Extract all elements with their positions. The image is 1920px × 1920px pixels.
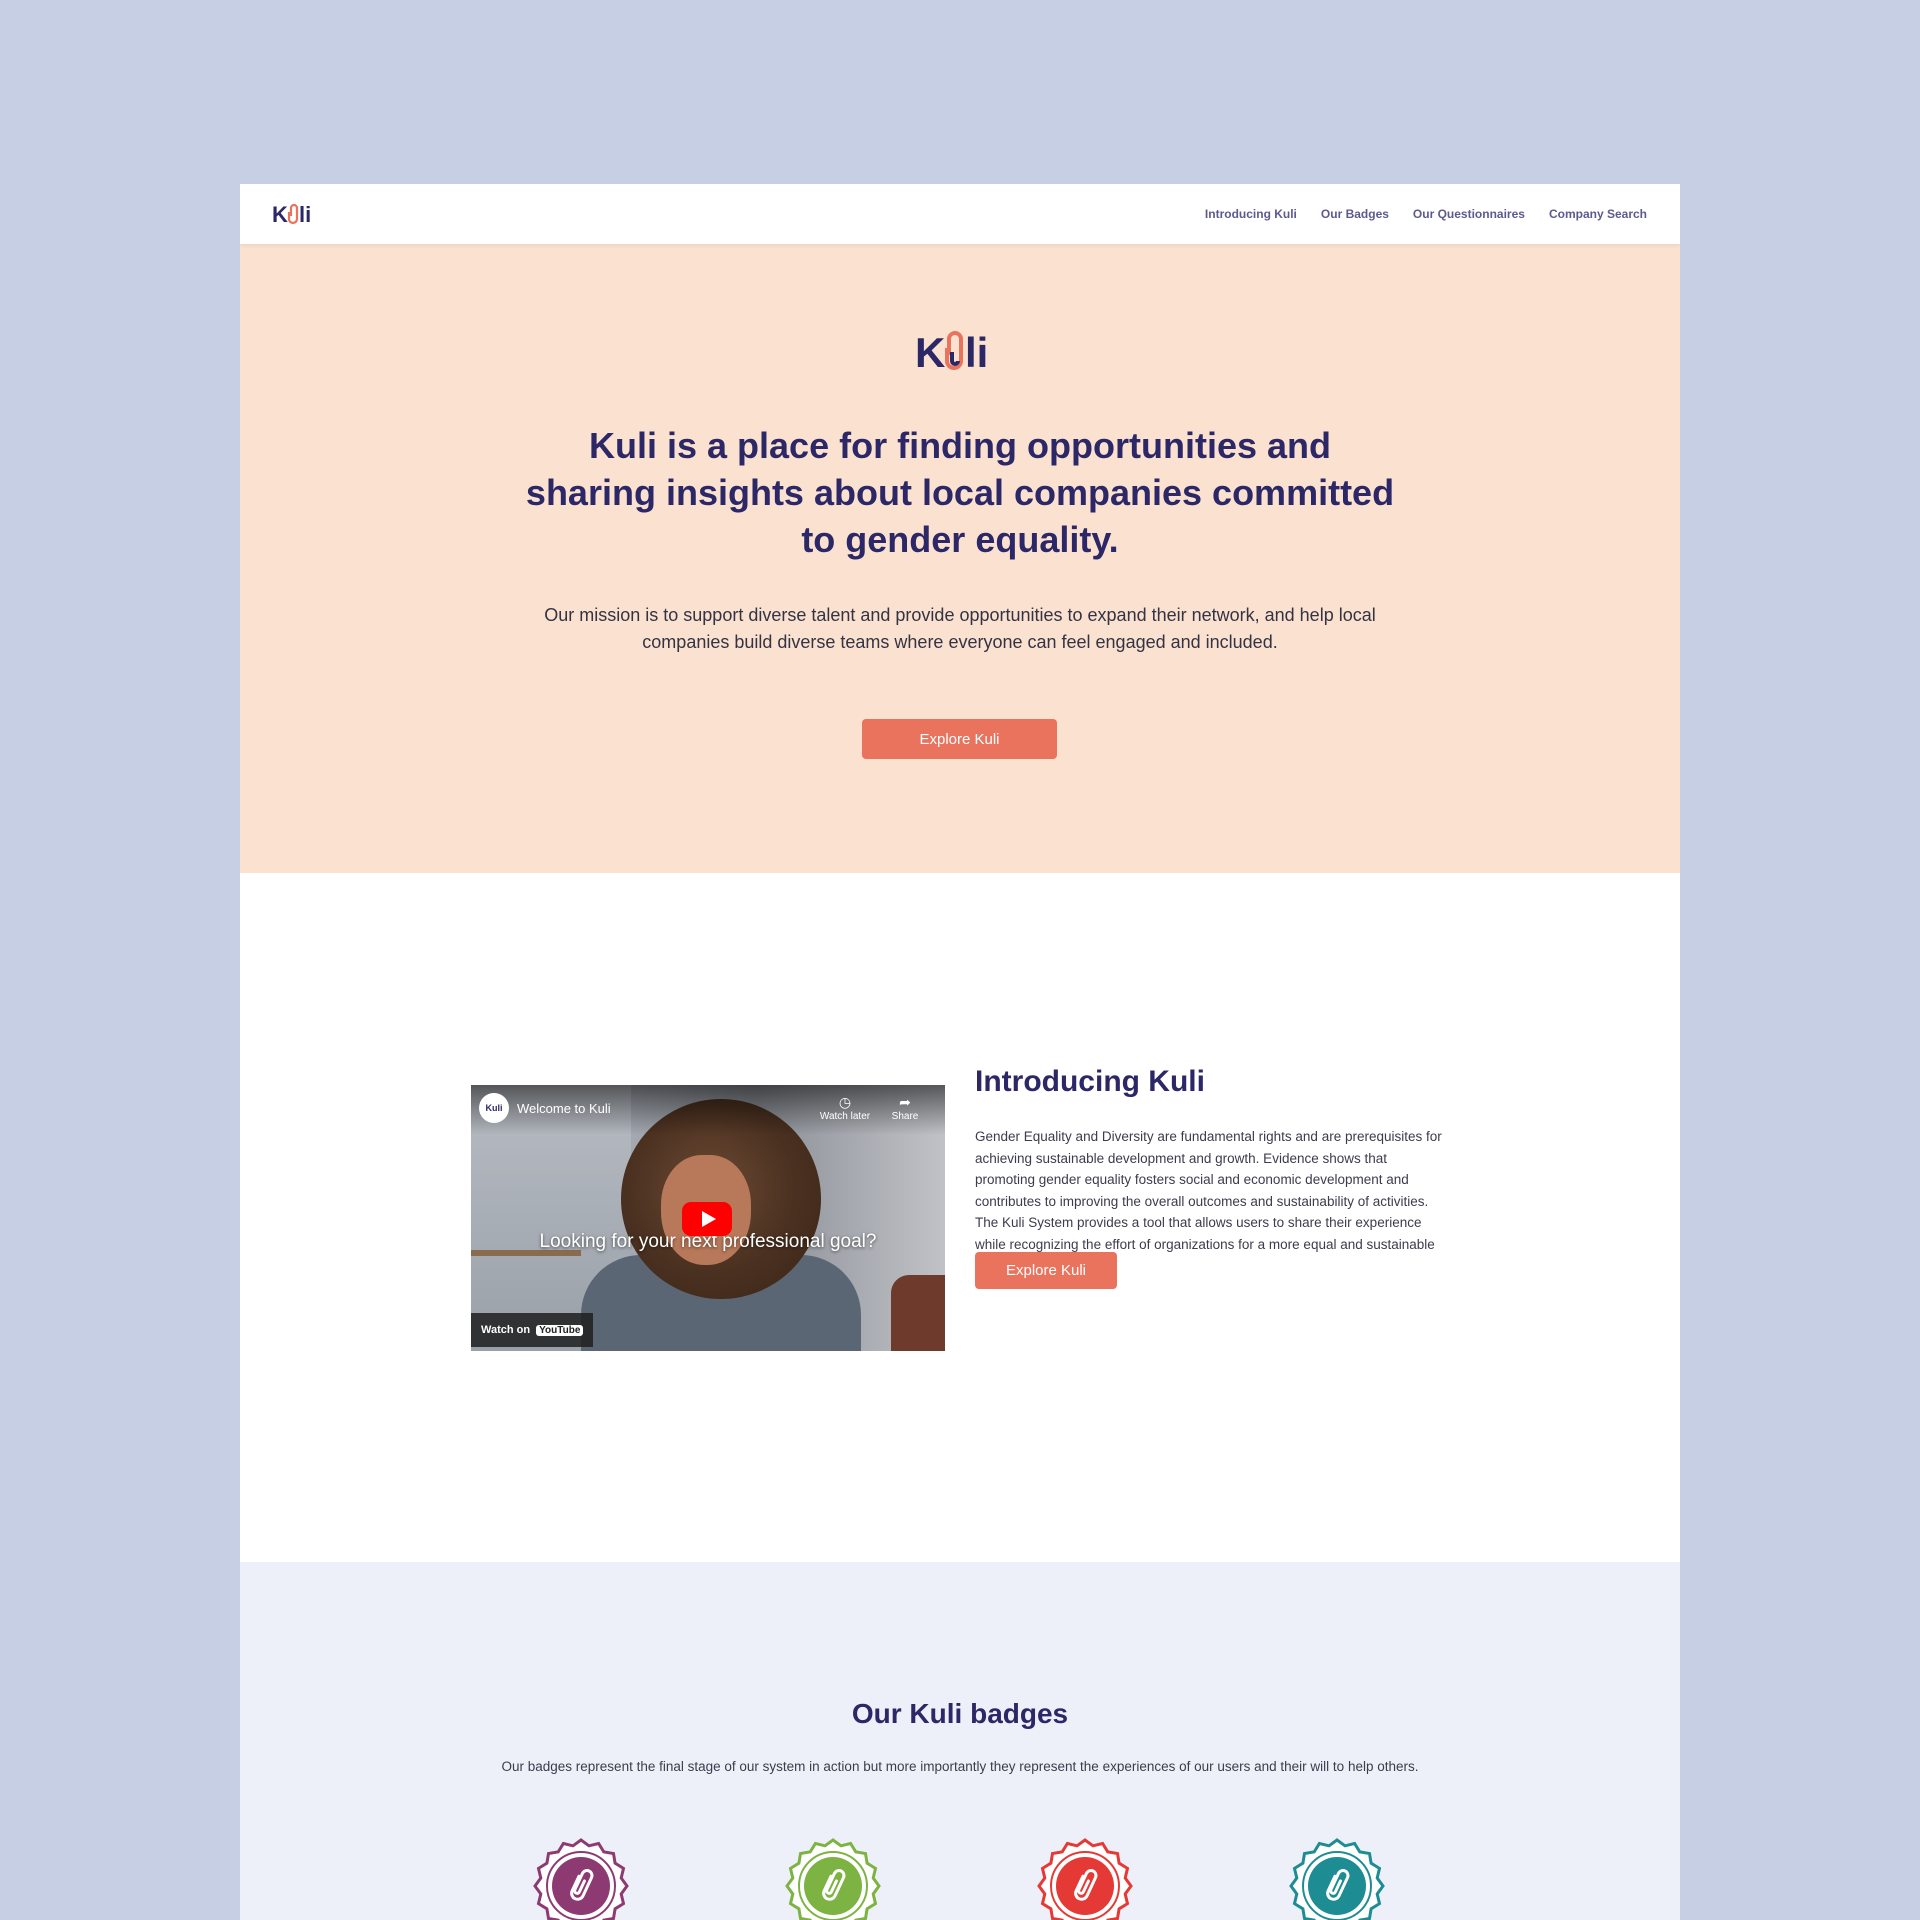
youtube-logo-icon: YouTube [536,1324,584,1336]
hero-mission-text: Our mission is to support diverse talent… [544,605,1376,652]
watch-later-label: Watch later [819,1111,871,1122]
intro-heading: Introducing Kuli [975,1065,1205,1098]
channel-avatar[interactable]: Kuli [479,1093,509,1123]
intro-section: Kuli Welcome to Kuli ◷ Watch later ➦ Sha… [240,873,1680,1562]
nav-our-badges[interactable]: Our Badges [1321,207,1389,221]
clock-icon: ◷ [838,1094,852,1110]
kuli-hero-logo: K li [915,324,1003,385]
paperclip-badge-icon-1 [533,1838,629,1920]
video-title[interactable]: Welcome to Kuli [517,1101,611,1116]
svg-text:li: li [299,202,311,227]
svg-text:K: K [272,202,288,227]
kuli-hero-logo-icon: K li [915,329,988,376]
paperclip-badge-icon-3 [1037,1838,1133,1920]
nav-introducing-kuli[interactable]: Introducing Kuli [1205,207,1297,221]
paperclip-badge-icon-4 [1289,1838,1385,1920]
intro-explore-button[interactable]: Explore Kuli [975,1252,1117,1289]
play-button[interactable] [682,1202,732,1236]
nav-our-questionnaires[interactable]: Our Questionnaires [1413,207,1525,221]
play-icon [701,1211,716,1227]
kuli-logo[interactable]: K li [272,198,320,235]
share-arrow-icon: ➦ [899,1094,911,1110]
badges-section: Our Kuli badges Our badges represent the… [240,1562,1680,1920]
watch-on-label: Watch on [481,1324,531,1336]
hero-explore-button[interactable]: Explore Kuli [862,719,1057,759]
hero-section: K li Kuli is a place for finding opportu… [240,244,1680,873]
main-nav: Introducing Kuli Our Badges Our Question… [1205,184,1647,244]
top-nav-bar: K li Introducing Kuli Our Badges Our Que… [240,184,1680,244]
page: K li Introducing Kuli Our Badges Our Que… [240,184,1680,1920]
paperclip-badge-icon-2 [785,1838,881,1920]
badges-description: Our badges represent the final stage of … [501,1759,1419,1774]
share-button[interactable]: ➦ Share [875,1093,935,1122]
watch-on-youtube-button[interactable]: Watch on YouTube [471,1313,594,1347]
svg-text:K: K [915,329,945,376]
hero-headline: Kuli is a place for finding opportunitie… [525,425,1395,560]
share-label: Share [891,1111,919,1122]
kuli-logo-icon: K li [272,202,311,227]
nav-company-search[interactable]: Company Search [1549,207,1647,221]
watch-later-button[interactable]: ◷ Watch later [815,1093,875,1122]
svg-text:li: li [965,329,988,376]
youtube-video-player[interactable]: Kuli Welcome to Kuli ◷ Watch later ➦ Sha… [471,1085,945,1351]
badges-heading: Our Kuli badges [851,1698,1069,1729]
